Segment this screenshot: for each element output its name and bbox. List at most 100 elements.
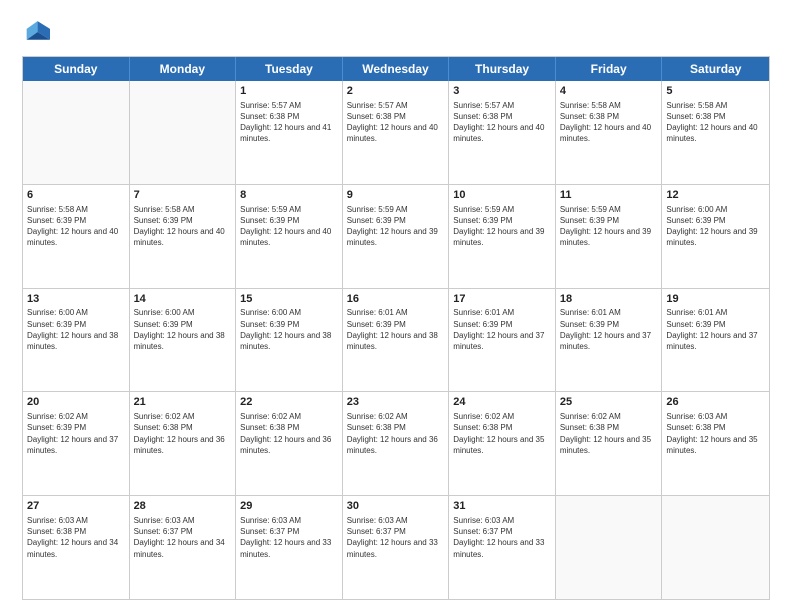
day-info: Sunrise: 6:03 AM Sunset: 6:37 PM Dayligh… <box>453 515 551 560</box>
calendar-cell: 13Sunrise: 6:00 AM Sunset: 6:39 PM Dayli… <box>23 289 130 392</box>
day-info: Sunrise: 5:58 AM Sunset: 6:39 PM Dayligh… <box>27 204 125 249</box>
day-number: 17 <box>453 292 551 307</box>
calendar-cell: 5Sunrise: 5:58 AM Sunset: 6:38 PM Daylig… <box>662 81 769 184</box>
day-number: 21 <box>134 395 232 410</box>
calendar-cell: 6Sunrise: 5:58 AM Sunset: 6:39 PM Daylig… <box>23 185 130 288</box>
day-number: 13 <box>27 292 125 307</box>
calendar-cell: 28Sunrise: 6:03 AM Sunset: 6:37 PM Dayli… <box>130 496 237 599</box>
calendar-week: 1Sunrise: 5:57 AM Sunset: 6:38 PM Daylig… <box>23 81 769 185</box>
calendar-cell: 16Sunrise: 6:01 AM Sunset: 6:39 PM Dayli… <box>343 289 450 392</box>
day-info: Sunrise: 6:00 AM Sunset: 6:39 PM Dayligh… <box>134 307 232 352</box>
day-info: Sunrise: 5:58 AM Sunset: 6:39 PM Dayligh… <box>134 204 232 249</box>
day-info: Sunrise: 6:00 AM Sunset: 6:39 PM Dayligh… <box>27 307 125 352</box>
day-number: 20 <box>27 395 125 410</box>
day-number: 22 <box>240 395 338 410</box>
day-info: Sunrise: 6:02 AM Sunset: 6:39 PM Dayligh… <box>27 411 125 456</box>
day-info: Sunrise: 6:03 AM Sunset: 6:37 PM Dayligh… <box>134 515 232 560</box>
day-info: Sunrise: 6:01 AM Sunset: 6:39 PM Dayligh… <box>560 307 658 352</box>
calendar-cell: 9Sunrise: 5:59 AM Sunset: 6:39 PM Daylig… <box>343 185 450 288</box>
day-number: 3 <box>453 84 551 99</box>
day-number: 30 <box>347 499 445 514</box>
calendar: SundayMondayTuesdayWednesdayThursdayFrid… <box>22 56 770 600</box>
day-info: Sunrise: 6:00 AM Sunset: 6:39 PM Dayligh… <box>666 204 765 249</box>
day-number: 27 <box>27 499 125 514</box>
calendar-cell: 19Sunrise: 6:01 AM Sunset: 6:39 PM Dayli… <box>662 289 769 392</box>
calendar-cell: 15Sunrise: 6:00 AM Sunset: 6:39 PM Dayli… <box>236 289 343 392</box>
calendar-week: 13Sunrise: 6:00 AM Sunset: 6:39 PM Dayli… <box>23 289 769 393</box>
calendar-week: 27Sunrise: 6:03 AM Sunset: 6:38 PM Dayli… <box>23 496 769 599</box>
day-number: 10 <box>453 188 551 203</box>
day-number: 19 <box>666 292 765 307</box>
logo <box>22 18 54 46</box>
calendar-cell: 31Sunrise: 6:03 AM Sunset: 6:37 PM Dayli… <box>449 496 556 599</box>
calendar-cell: 10Sunrise: 5:59 AM Sunset: 6:39 PM Dayli… <box>449 185 556 288</box>
day-number: 12 <box>666 188 765 203</box>
day-info: Sunrise: 6:02 AM Sunset: 6:38 PM Dayligh… <box>560 411 658 456</box>
day-info: Sunrise: 6:02 AM Sunset: 6:38 PM Dayligh… <box>453 411 551 456</box>
page: SundayMondayTuesdayWednesdayThursdayFrid… <box>0 0 792 612</box>
day-info: Sunrise: 5:57 AM Sunset: 6:38 PM Dayligh… <box>240 100 338 145</box>
calendar-header-cell: Tuesday <box>236 57 343 81</box>
day-number: 25 <box>560 395 658 410</box>
day-info: Sunrise: 6:01 AM Sunset: 6:39 PM Dayligh… <box>453 307 551 352</box>
day-number: 5 <box>666 84 765 99</box>
calendar-cell: 11Sunrise: 5:59 AM Sunset: 6:39 PM Dayli… <box>556 185 663 288</box>
day-info: Sunrise: 6:03 AM Sunset: 6:38 PM Dayligh… <box>27 515 125 560</box>
calendar-header-cell: Monday <box>130 57 237 81</box>
calendar-cell: 17Sunrise: 6:01 AM Sunset: 6:39 PM Dayli… <box>449 289 556 392</box>
calendar-cell: 30Sunrise: 6:03 AM Sunset: 6:37 PM Dayli… <box>343 496 450 599</box>
calendar-cell: 21Sunrise: 6:02 AM Sunset: 6:38 PM Dayli… <box>130 392 237 495</box>
day-info: Sunrise: 6:03 AM Sunset: 6:37 PM Dayligh… <box>240 515 338 560</box>
day-info: Sunrise: 5:59 AM Sunset: 6:39 PM Dayligh… <box>240 204 338 249</box>
day-info: Sunrise: 6:01 AM Sunset: 6:39 PM Dayligh… <box>347 307 445 352</box>
calendar-week: 20Sunrise: 6:02 AM Sunset: 6:39 PM Dayli… <box>23 392 769 496</box>
day-info: Sunrise: 5:59 AM Sunset: 6:39 PM Dayligh… <box>347 204 445 249</box>
day-info: Sunrise: 5:58 AM Sunset: 6:38 PM Dayligh… <box>666 100 765 145</box>
calendar-cell: 7Sunrise: 5:58 AM Sunset: 6:39 PM Daylig… <box>130 185 237 288</box>
calendar-cell: 2Sunrise: 5:57 AM Sunset: 6:38 PM Daylig… <box>343 81 450 184</box>
day-number: 31 <box>453 499 551 514</box>
day-number: 23 <box>347 395 445 410</box>
day-number: 6 <box>27 188 125 203</box>
day-number: 24 <box>453 395 551 410</box>
day-number: 7 <box>134 188 232 203</box>
calendar-cell: 29Sunrise: 6:03 AM Sunset: 6:37 PM Dayli… <box>236 496 343 599</box>
calendar-cell: 26Sunrise: 6:03 AM Sunset: 6:38 PM Dayli… <box>662 392 769 495</box>
calendar-header-cell: Thursday <box>449 57 556 81</box>
calendar-cell: 1Sunrise: 5:57 AM Sunset: 6:38 PM Daylig… <box>236 81 343 184</box>
calendar-header-cell: Saturday <box>662 57 769 81</box>
calendar-cell: 23Sunrise: 6:02 AM Sunset: 6:38 PM Dayli… <box>343 392 450 495</box>
day-info: Sunrise: 6:02 AM Sunset: 6:38 PM Dayligh… <box>134 411 232 456</box>
day-number: 2 <box>347 84 445 99</box>
day-number: 29 <box>240 499 338 514</box>
day-number: 11 <box>560 188 658 203</box>
day-info: Sunrise: 6:02 AM Sunset: 6:38 PM Dayligh… <box>347 411 445 456</box>
calendar-cell: 4Sunrise: 5:58 AM Sunset: 6:38 PM Daylig… <box>556 81 663 184</box>
calendar-cell: 12Sunrise: 6:00 AM Sunset: 6:39 PM Dayli… <box>662 185 769 288</box>
day-info: Sunrise: 5:57 AM Sunset: 6:38 PM Dayligh… <box>453 100 551 145</box>
day-info: Sunrise: 6:00 AM Sunset: 6:39 PM Dayligh… <box>240 307 338 352</box>
calendar-header-cell: Wednesday <box>343 57 450 81</box>
day-info: Sunrise: 6:01 AM Sunset: 6:39 PM Dayligh… <box>666 307 765 352</box>
calendar-cell: 20Sunrise: 6:02 AM Sunset: 6:39 PM Dayli… <box>23 392 130 495</box>
calendar-cell <box>130 81 237 184</box>
calendar-cell: 24Sunrise: 6:02 AM Sunset: 6:38 PM Dayli… <box>449 392 556 495</box>
day-number: 8 <box>240 188 338 203</box>
calendar-week: 6Sunrise: 5:58 AM Sunset: 6:39 PM Daylig… <box>23 185 769 289</box>
day-info: Sunrise: 5:58 AM Sunset: 6:38 PM Dayligh… <box>560 100 658 145</box>
day-number: 1 <box>240 84 338 99</box>
day-info: Sunrise: 6:02 AM Sunset: 6:38 PM Dayligh… <box>240 411 338 456</box>
header <box>22 18 770 46</box>
day-info: Sunrise: 5:59 AM Sunset: 6:39 PM Dayligh… <box>560 204 658 249</box>
calendar-cell <box>556 496 663 599</box>
day-number: 4 <box>560 84 658 99</box>
calendar-header-cell: Sunday <box>23 57 130 81</box>
calendar-cell: 25Sunrise: 6:02 AM Sunset: 6:38 PM Dayli… <box>556 392 663 495</box>
calendar-cell <box>23 81 130 184</box>
day-number: 15 <box>240 292 338 307</box>
day-number: 18 <box>560 292 658 307</box>
day-info: Sunrise: 5:57 AM Sunset: 6:38 PM Dayligh… <box>347 100 445 145</box>
calendar-body: 1Sunrise: 5:57 AM Sunset: 6:38 PM Daylig… <box>23 81 769 599</box>
day-number: 28 <box>134 499 232 514</box>
calendar-cell <box>662 496 769 599</box>
